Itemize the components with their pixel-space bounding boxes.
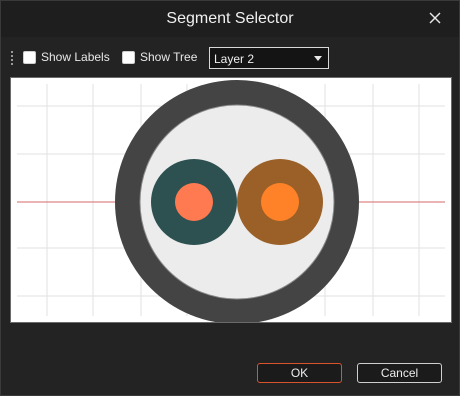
show-labels-label: Show Labels (41, 50, 110, 64)
segment-drawing (17, 80, 445, 322)
layer-select-value: Layer 2 (214, 52, 255, 66)
ok-button[interactable]: OK (257, 363, 342, 383)
show-tree-checkbox-box[interactable] (122, 50, 135, 64)
cancel-button[interactable]: Cancel (357, 363, 442, 383)
show-tree-checkbox[interactable]: Show Tree (122, 50, 197, 64)
show-tree-label: Show Tree (140, 50, 198, 64)
show-labels-checkbox-box[interactable] (23, 50, 36, 64)
left-core[interactable] (175, 183, 213, 221)
dialog-title: Segment Selector (166, 10, 294, 27)
show-labels-checkbox[interactable]: Show Labels (23, 50, 110, 64)
title-bar: Segment Selector (1, 1, 459, 37)
chevron-down-icon (314, 56, 322, 61)
close-icon (429, 12, 441, 24)
segment-canvas[interactable] (10, 77, 452, 323)
segment-selector-dialog: Segment Selector Show Labels Show Tree L… (0, 0, 460, 396)
toolbar-grip-icon[interactable] (11, 51, 14, 65)
right-core[interactable] (261, 183, 299, 221)
close-button[interactable] (421, 5, 449, 31)
layer-select[interactable]: Layer 2 (209, 47, 329, 69)
